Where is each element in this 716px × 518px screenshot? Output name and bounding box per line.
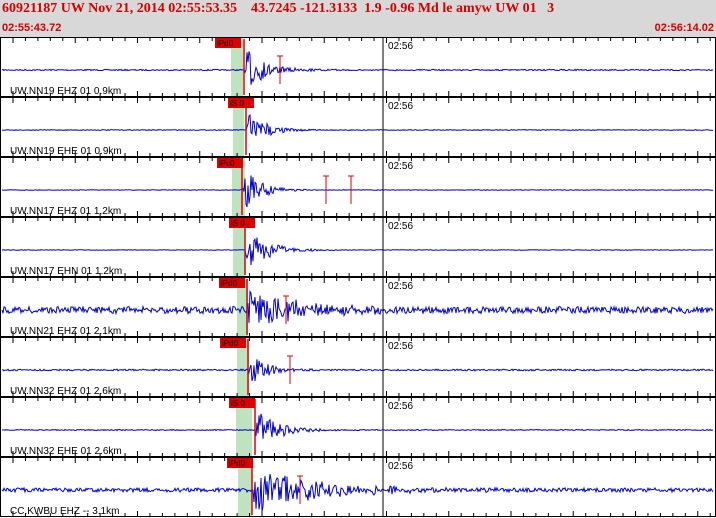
- waveform-trace: [1, 359, 714, 382]
- pick-label: iPd0: [222, 339, 239, 348]
- trace-panel[interactable]: iPd0 02:56 UW.NN21 EHZ 01 2.1km: [0, 277, 716, 338]
- pick-label: iPc0: [219, 159, 235, 168]
- pick-label: iPd0: [221, 279, 238, 288]
- event-title: 60921187 UW Nov 21, 2014 02:55:53.35 43.…: [2, 1, 555, 16]
- pick-label: iPd0: [217, 39, 234, 48]
- seismogram-panels[interactable]: iPd0 02:56 UW.NN19 EHZ 01 0.9km iS 0 02:56 UW…: [0, 37, 716, 518]
- time-label: 02:56: [388, 41, 413, 52]
- trace-panel[interactable]: iPd0 02:56 CC.KWBU EHZ -- 3.1km: [0, 457, 716, 518]
- station-label: UW.NN17 EHN 01 1.2km: [10, 266, 122, 277]
- station-label: UW.NN17 EHZ 01 1.2km: [10, 206, 121, 217]
- time-label: 02:56: [388, 101, 413, 112]
- waveform-trace: [1, 114, 713, 137]
- station-label: UW.NN21 EHZ 01 2.1km: [10, 326, 121, 337]
- time-label: 02:56: [388, 221, 413, 232]
- time-label: 02:56: [388, 341, 413, 352]
- waveform-trace: [1, 237, 714, 266]
- station-label: UW.NN32 EHZ 01 2.6km: [10, 386, 121, 397]
- station-label: CC.KWBU EHZ -- 3.1km: [10, 506, 119, 517]
- station-label: UW.NN32 EHE 01 2.6km: [10, 446, 122, 457]
- station-label: UW.NN19 EHE 01 0.9km: [10, 146, 122, 157]
- pick-label: iS 0: [231, 219, 245, 228]
- trace-panel[interactable]: iS 0 02:56 UW.NN19 EHE 01 0.9km: [0, 97, 716, 158]
- waveform-trace: [1, 51, 714, 85]
- time-label: 02:56: [388, 161, 413, 172]
- station-label: UW.NN19 EHZ 01 0.9km: [10, 86, 121, 97]
- time-label: 02:56: [388, 461, 413, 472]
- trace-panel[interactable]: iS 0 02:56 UW.NN32 EHE 01 2.6km: [0, 397, 716, 458]
- trace-panel[interactable]: iPc0 02:56 UW.NN17 EHZ 01 1.2km: [0, 157, 716, 218]
- window-start-time: 02:55:43.72: [2, 22, 62, 34]
- pick-label: iS 0: [230, 99, 244, 108]
- pick-label: iPd0: [229, 459, 246, 468]
- waveform-trace: [1, 175, 714, 208]
- time-label: 02:56: [388, 401, 413, 412]
- window-end-time: 02:56:14.02: [654, 22, 714, 34]
- time-label: 02:56: [388, 281, 413, 292]
- waveform-trace: [1, 413, 714, 439]
- trace-panel[interactable]: iPd0 02:56 UW.NN19 EHZ 01 0.9km: [0, 37, 716, 98]
- pick-label: iS 0: [231, 399, 245, 408]
- trace-panel[interactable]: iS 0 02:56 UW.NN17 EHN 01 1.2km: [0, 217, 716, 278]
- waveform-trace: [1, 290, 714, 324]
- event-header: 60921187 UW Nov 21, 2014 02:55:53.35 43.…: [0, 0, 716, 37]
- trace-panel[interactable]: iPd0 02:56 UW.NN32 EHZ 01 2.6km: [0, 337, 716, 398]
